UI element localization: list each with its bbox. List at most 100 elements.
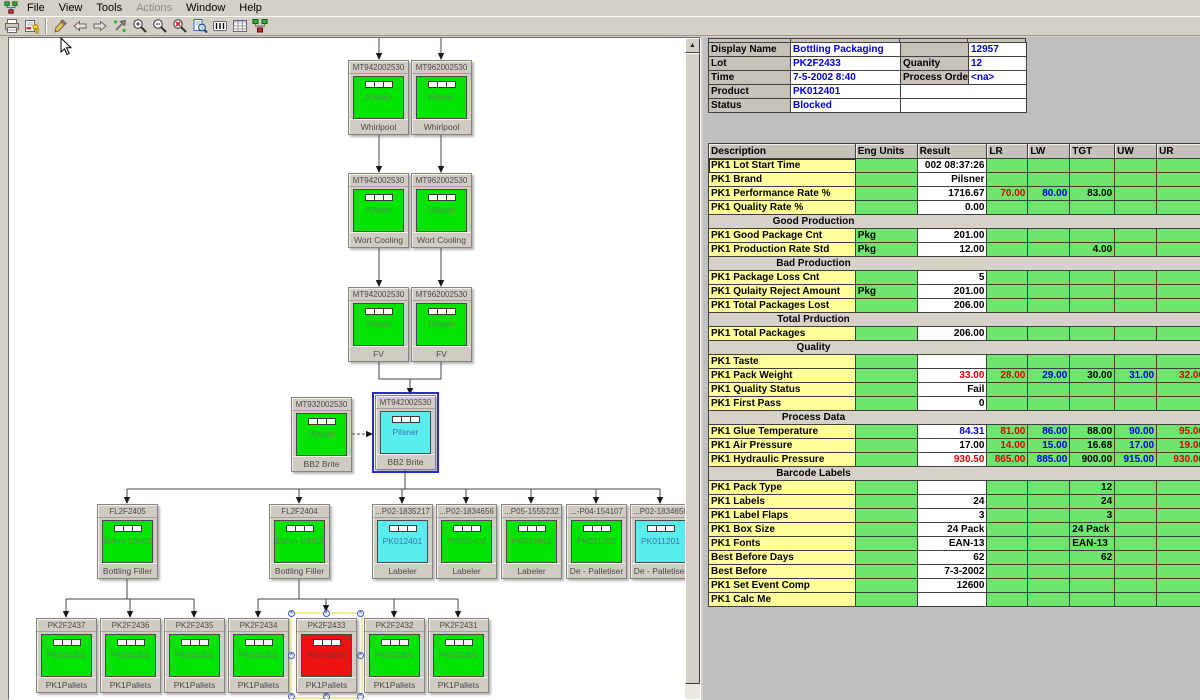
diagram-node[interactable]: ...P02-1834656PK012401Labeler <box>436 504 497 579</box>
menu-file[interactable]: File <box>20 1 52 15</box>
desc-cell[interactable]: PK1 Hydraulic Pressure <box>709 453 856 467</box>
desc-cell[interactable]: PK1 Fonts <box>709 537 856 551</box>
result-cell[interactable] <box>918 481 988 495</box>
desc-cell[interactable]: PK1 Qulaity Reject Amount <box>709 285 856 299</box>
diagram-vscroll[interactable]: ▲ <box>685 38 700 699</box>
desc-cell[interactable]: Best Before Days <box>709 551 856 565</box>
desc-cell[interactable]: PK1 Quality Rate % <box>709 201 856 215</box>
edit-pencil-button[interactable] <box>50 17 70 35</box>
security-button[interactable] <box>22 17 42 35</box>
result-cell[interactable] <box>918 355 988 369</box>
grid-button[interactable] <box>230 17 250 35</box>
diagram-node[interactable]: PK2F2434PK012401PK1Pallets <box>228 618 289 693</box>
diagram-node[interactable]: MT962002530PilsnerFV <box>411 287 472 362</box>
selection-handle[interactable]: ✕ <box>288 610 295 617</box>
back-arrow-button[interactable] <box>70 17 90 35</box>
result-cell[interactable]: 002 08:37:26 <box>918 159 988 173</box>
desc-cell[interactable]: PK1 Calc Me <box>709 593 856 607</box>
result-cell[interactable]: 3 <box>918 509 988 523</box>
result-cell[interactable]: EAN-13 <box>918 537 988 551</box>
desc-cell[interactable]: PK1 Pack Type <box>709 481 856 495</box>
zoom-in-button[interactable] <box>130 17 150 35</box>
diagram-node[interactable]: PK2F2436PK012401PK1Pallets <box>100 618 161 693</box>
barcode-button[interactable] <box>210 17 230 35</box>
trace-button[interactable] <box>110 17 130 35</box>
desc-cell[interactable]: PK1 Set Event Comp <box>709 579 856 593</box>
diagram-node[interactable]: MT932002530PilsnerBB2 Brite <box>291 397 352 472</box>
result-cell[interactable]: 33.00 <box>918 369 988 383</box>
diagram-node[interactable]: MT942002530PilsnerWort Cooling <box>348 173 409 248</box>
result-cell[interactable]: 84.31 <box>918 425 988 439</box>
zoom-page-button[interactable] <box>190 17 210 35</box>
desc-cell[interactable]: PK1 Good Package Cnt <box>709 229 856 243</box>
menu-help[interactable]: Help <box>232 1 269 15</box>
desc-cell[interactable]: PK1 First Pass <box>709 397 856 411</box>
desc-cell[interactable]: Best Before <box>709 565 856 579</box>
diagram-node[interactable]: ...P02-1835217PK012401Labeler <box>372 504 433 579</box>
menu-view[interactable]: View <box>52 1 90 15</box>
diagram-node[interactable]: MT942002530PilsnerWhirlpool <box>348 60 409 135</box>
desc-cell[interactable]: PK1 Labels <box>709 495 856 509</box>
result-cell[interactable]: Fail <box>918 383 988 397</box>
desc-cell[interactable]: PK1 Package Loss Cnt <box>709 271 856 285</box>
scroll-up-button[interactable]: ▲ <box>685 38 700 53</box>
result-cell[interactable]: 17.00 <box>918 439 988 453</box>
desc-cell[interactable]: PK1 Taste <box>709 355 856 369</box>
diagram-node[interactable]: FL2F2404Bottle 10003Bottling Filler <box>269 504 330 579</box>
diagram-node[interactable]: PK2F2432PK012401PK1Pallets <box>364 618 425 693</box>
result-cell[interactable]: 12.00 <box>918 243 988 257</box>
diagram-node[interactable]: ...-P04-154107PK011201De - Palletiser <box>566 504 627 579</box>
result-cell[interactable]: 1716.67 <box>918 187 988 201</box>
result-cell[interactable]: 5 <box>918 271 988 285</box>
diagram-node[interactable]: MT942002530PilsnerFV <box>348 287 409 362</box>
selection-handle[interactable]: ✕ <box>288 693 295 699</box>
result-cell[interactable]: Pilsner <box>918 173 988 187</box>
desc-cell[interactable]: PK1 Box Size <box>709 523 856 537</box>
desc-cell[interactable]: PK1 Production Rate Std <box>709 243 856 257</box>
desc-cell[interactable]: PK1 Total Packages Lost <box>709 299 856 313</box>
diagram-node[interactable]: MT962002530PilsnerWort Cooling <box>411 173 472 248</box>
desc-cell[interactable]: PK1 Quality Status <box>709 383 856 397</box>
hierarchy-button[interactable] <box>250 17 270 35</box>
zoom-out-button[interactable] <box>150 17 170 35</box>
desc-cell[interactable]: PK1 Brand <box>709 173 856 187</box>
desc-cell[interactable]: PK1 Glue Temperature <box>709 425 856 439</box>
result-cell[interactable]: 206.00 <box>918 327 988 341</box>
result-cell[interactable]: 930.50 <box>918 453 988 467</box>
diagram-node[interactable]: PK2F2433PK012401PK1Pallets <box>296 618 357 693</box>
diagram-node[interactable]: MT962002530PilsnerWhirlpool <box>411 60 472 135</box>
desc-cell[interactable]: PK1 Pack Weight <box>709 369 856 383</box>
result-cell[interactable] <box>918 593 988 607</box>
forward-arrow-button[interactable] <box>90 17 110 35</box>
selection-handle[interactable]: ✕ <box>357 693 364 699</box>
scroll-thumb[interactable] <box>685 53 700 684</box>
selection-handle[interactable]: ✕ <box>357 652 364 659</box>
desc-cell[interactable]: PK1 Total Packages <box>709 327 856 341</box>
diagram-canvas[interactable]: MT942002530PilsnerWhirlpoolMT962002530Pi… <box>9 38 686 699</box>
result-cell[interactable]: 7-3-2002 <box>918 565 988 579</box>
selection-handle[interactable]: ✕ <box>323 610 330 617</box>
diagram-node[interactable]: PK2F2437PK012401PK1Pallets <box>36 618 97 693</box>
zoom-cancel-button[interactable] <box>170 17 190 35</box>
diagram-node[interactable]: PK2F2431PK012401PK1Pallets <box>428 618 489 693</box>
result-cell[interactable]: 201.00 <box>918 229 988 243</box>
result-cell[interactable]: 0 <box>918 397 988 411</box>
diagram-node[interactable]: ...P05-1555232PK012401Labeler <box>501 504 562 579</box>
result-cell[interactable]: 206.00 <box>918 299 988 313</box>
desc-cell[interactable]: PK1 Lot Start Time <box>709 159 856 173</box>
diagram-node[interactable]: FL2F2405Bottle 10003Bottling Filler <box>97 504 158 579</box>
menu-tools[interactable]: Tools <box>89 1 129 15</box>
result-cell[interactable]: 24 <box>918 495 988 509</box>
print-button[interactable] <box>2 17 22 35</box>
result-cell[interactable]: 12600 <box>918 579 988 593</box>
result-cell[interactable]: 0.00 <box>918 201 988 215</box>
menu-window[interactable]: Window <box>179 1 232 15</box>
diagram-node[interactable]: PK2F2435PK012401PK1Pallets <box>164 618 225 693</box>
desc-cell[interactable]: PK1 Label Flaps <box>709 509 856 523</box>
selection-handle[interactable]: ✕ <box>357 610 364 617</box>
desc-cell[interactable]: PK1 Air Pressure <box>709 439 856 453</box>
selection-handle[interactable]: ✕ <box>288 652 295 659</box>
diagram-node[interactable]: ...P02-1834656PK011201De - Palletiser <box>630 504 686 579</box>
result-cell[interactable]: 62 <box>918 551 988 565</box>
desc-cell[interactable]: PK1 Performance Rate % <box>709 187 856 201</box>
